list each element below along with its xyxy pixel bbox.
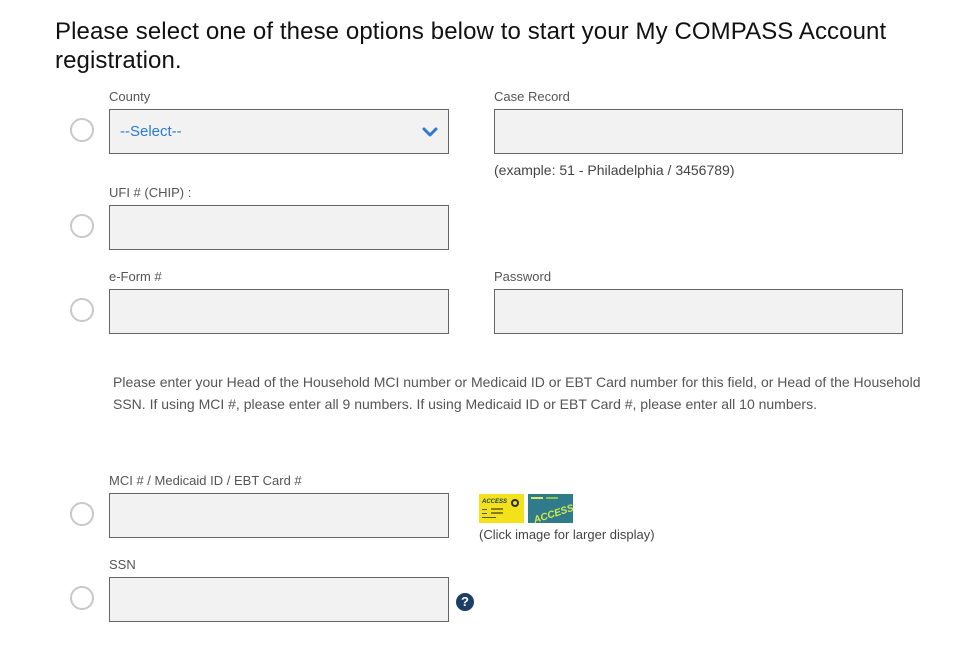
access-card-yellow-image[interactable]: ACCESS xyxy=(479,494,524,523)
eform-label: e-Form # xyxy=(109,269,162,284)
radio-county-case[interactable] xyxy=(70,118,94,142)
eform-input[interactable] xyxy=(109,289,449,334)
help-icon[interactable]: ? xyxy=(456,593,474,611)
password-input[interactable] xyxy=(494,289,903,334)
ssn-input[interactable] xyxy=(109,577,449,622)
mci-label: MCI # / Medicaid ID / EBT Card # xyxy=(109,473,302,488)
access-card-teal-image[interactable]: ACCESS xyxy=(528,494,573,523)
case-record-label: Case Record xyxy=(494,89,570,104)
access-card-yellow-text: ACCESS xyxy=(481,499,507,505)
page-heading: Please select one of these options below… xyxy=(55,18,887,74)
radio-eform[interactable] xyxy=(70,298,94,322)
case-record-input[interactable] xyxy=(494,109,903,154)
card-image-note: (Click image for larger display) xyxy=(479,527,655,542)
mci-instructions: Please enter your Head of the Household … xyxy=(113,374,921,412)
mci-input[interactable] xyxy=(109,493,449,538)
county-select[interactable]: --Select-- xyxy=(109,109,449,154)
password-label: Password xyxy=(494,269,552,284)
ufi-input[interactable] xyxy=(109,205,449,250)
case-record-hint: (example: 51 - Philadelphia / 3456789) xyxy=(494,162,735,178)
ssn-label: SSN xyxy=(109,557,136,572)
ufi-label: UFI # (CHIP) : xyxy=(109,185,192,200)
county-label: County xyxy=(109,89,151,104)
chevron-down-icon xyxy=(422,127,438,136)
radio-mci[interactable] xyxy=(70,502,94,526)
radio-ssn[interactable] xyxy=(70,586,94,610)
radio-ufi[interactable] xyxy=(70,214,94,238)
county-select-value: --Select-- xyxy=(120,123,182,140)
